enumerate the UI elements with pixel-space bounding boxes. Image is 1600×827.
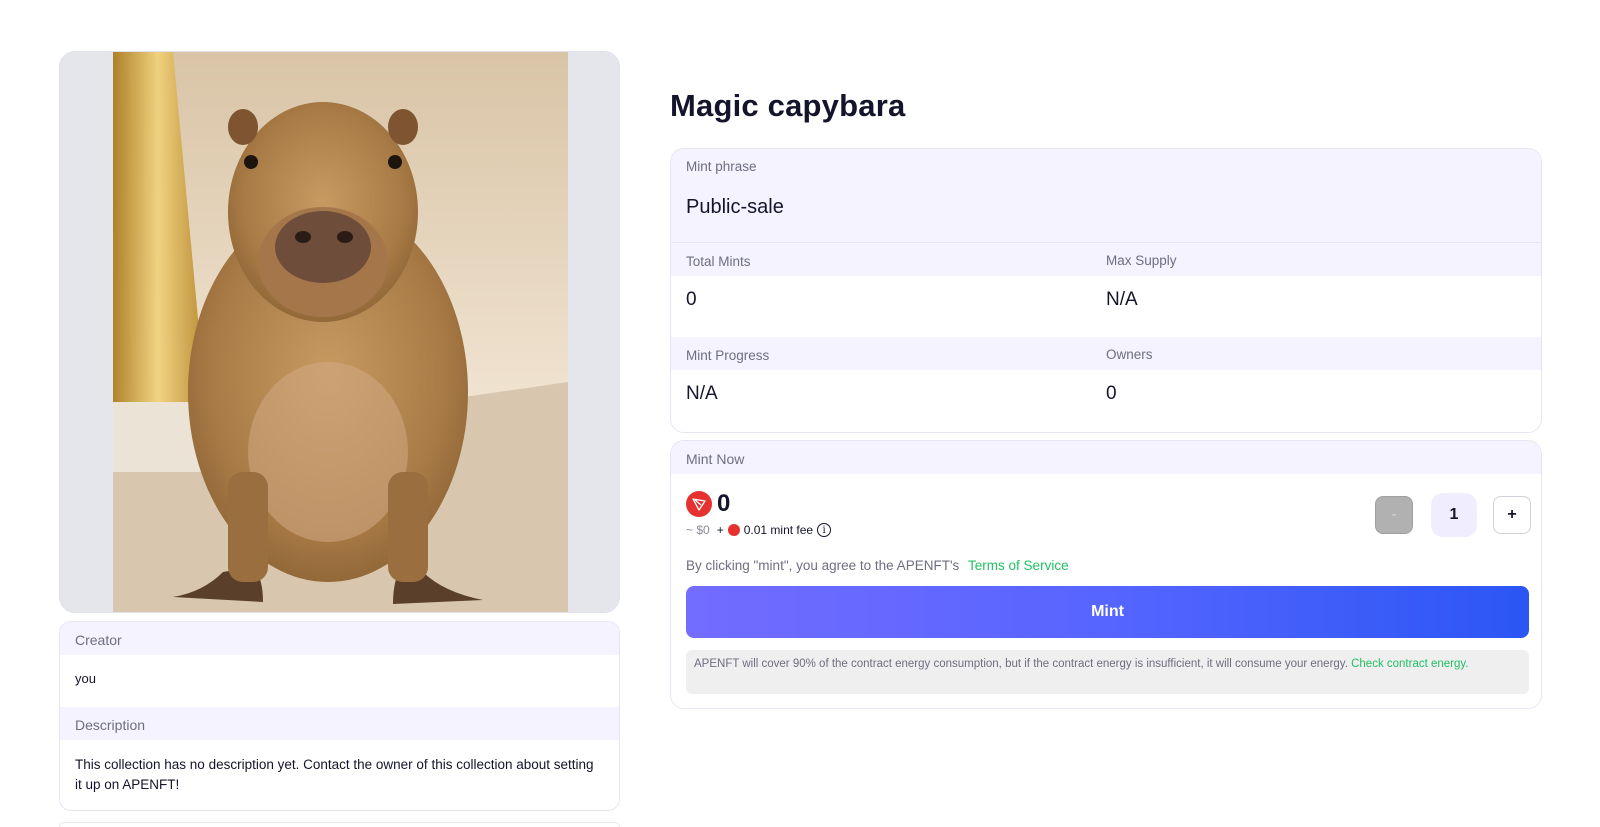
max-supply-value: N/A — [1106, 289, 1138, 310]
page-title: Magic capybara — [670, 88, 906, 123]
stats-row-1: Total Mints Max Supply 0 N/A — [671, 243, 1541, 337]
tron-small-icon — [727, 524, 740, 536]
quantity-value: 1 — [1431, 493, 1477, 537]
terms-notice: By clicking "mint", you agree to the APE… — [686, 558, 1069, 573]
mint-button[interactable]: Mint — [686, 586, 1529, 638]
mint-progress-value: N/A — [686, 383, 718, 404]
mint-fee-label: mint fee — [770, 523, 814, 537]
usd-estimate: ~ $0 — [686, 523, 710, 537]
collapsed-panel[interactable] — [59, 822, 620, 827]
mint-price: 0 — [717, 490, 731, 517]
mint-phase-block: Mint phrase Public-sale — [671, 149, 1541, 243]
total-mints-value: 0 — [686, 289, 697, 310]
energy-notice: APENFT will cover 90% of the contract en… — [686, 650, 1529, 694]
mint-progress-label: Mint Progress — [686, 348, 770, 363]
fee-plus: + — [716, 523, 724, 537]
mint-phase-value: Public-sale — [686, 196, 784, 218]
check-contract-energy-link[interactable]: Check contract energy. — [1351, 658, 1468, 670]
total-mints-label: Total Mints — [686, 254, 751, 269]
description-text: This collection has no description yet. … — [75, 757, 594, 792]
terms-text: By clicking "mint", you agree to the APE… — [686, 558, 960, 573]
description-label: Description — [60, 707, 619, 740]
creator-link[interactable]: you — [75, 671, 96, 686]
energy-text: APENFT will cover 90% of the contract en… — [694, 658, 1348, 670]
fee-row: ~ $0 + 0.01 mint fee i — [686, 523, 832, 537]
mint-fee-amount: 0.01 — [743, 523, 768, 537]
creator-label: Creator — [60, 622, 619, 655]
max-supply-label: Max Supply — [1106, 253, 1177, 268]
mint-now-label: Mint Now — [671, 441, 1541, 474]
owners-label: Owners — [1106, 347, 1153, 362]
terms-of-service-link[interactable]: Terms of Service — [968, 558, 1069, 573]
creator-value: you — [60, 655, 619, 707]
tron-icon — [686, 491, 712, 517]
mint-phase-label: Mint phrase — [686, 159, 757, 174]
collection-info-card: Creator you Description This collection … — [59, 621, 620, 811]
capybara-image[interactable] — [113, 52, 568, 612]
stats-row-2: Mint Progress Owners N/A 0 — [671, 337, 1541, 431]
info-icon[interactable]: i — [817, 523, 832, 537]
nft-media-card — [59, 51, 620, 613]
decrease-quantity-button[interactable]: - — [1375, 496, 1413, 534]
price-row: 0 — [686, 490, 730, 518]
mint-stats-card: Mint phrase Public-sale Total Mints Max … — [670, 148, 1542, 433]
mint-now-card: Mint Now 0 ~ $0 + 0.01 mint fee i - 1 + … — [670, 440, 1542, 709]
capybara-illustration — [113, 52, 568, 612]
owners-value: 0 — [1106, 383, 1117, 404]
increase-quantity-button[interactable]: + — [1493, 496, 1531, 534]
